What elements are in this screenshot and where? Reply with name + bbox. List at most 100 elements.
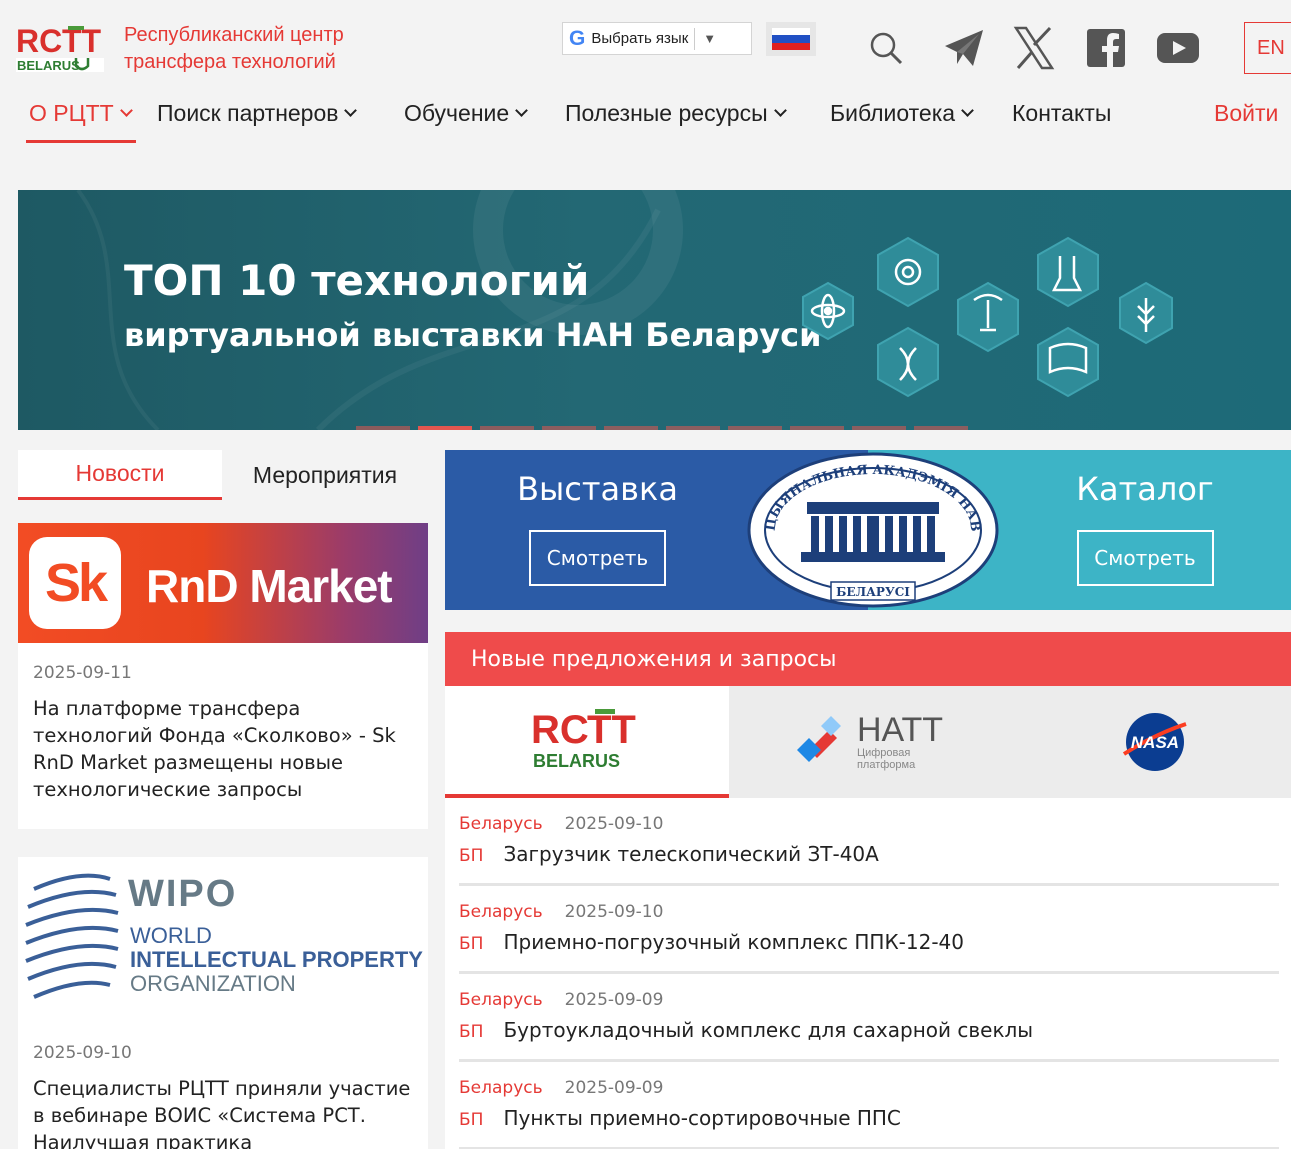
nav-item-label: Библиотека [830,99,956,126]
offer-item[interactable]: Беларусь 2025-09-09 БП Буртоукладочный ком… [459,974,1279,1062]
exhibition-title: Выставка [517,470,678,508]
exhibition-block: Выставка Смотреть НАЦЫЯНАЛЬНАЯ АКАДЭМІЯ … [445,450,1291,610]
nav-item-library[interactable]: Библиотека [830,96,974,130]
offer-country[interactable]: Беларусь [459,902,543,922]
nav-item-label: О РЦТТ [29,99,114,126]
exhibition-view-button[interactable]: Смотреть [529,530,666,586]
banner-subtitle: виртуальной выставки НАН Беларуси [124,316,822,354]
offer-code: БП [459,1110,484,1130]
nav-item-label: Полезные ресурсы [565,99,768,126]
svg-text:BELARUS: BELARUS [17,58,80,73]
slide-dot[interactable] [914,426,968,430]
nav-item-partner-search[interactable]: Поиск партнеров [157,96,358,130]
rctt-logo[interactable]: RC TT BELARUS [16,22,106,76]
catalog-view-button[interactable]: Смотреть [1076,530,1214,586]
offer-country[interactable]: Беларусь [459,1078,543,1098]
partner-tab-nasa[interactable]: NASA [1105,686,1205,798]
wipo-line2: INTELLECTUAL PROPERTY [130,947,423,972]
skolkovo-logo: Sk [29,537,121,629]
natt-logo-icon [796,716,841,762]
academy-seal-logo[interactable]: НАЦЫЯНАЛЬНАЯ АКАДЭМІЯ НАВУК БЕЛАРУСІ [745,452,1001,608]
x-icon[interactable] [1012,26,1056,70]
offer-title[interactable]: Буртоукладочный комплекс для сахарной св… [503,1018,1033,1042]
nav-item-training[interactable]: Обучение [404,96,529,130]
google-icon: G [569,26,586,50]
tab-news[interactable]: Новости [18,450,222,500]
offer-item[interactable]: Беларусь 2025-09-10 БП Приемно-погрузочный… [459,886,1279,974]
offer-date: 2025-09-09 [564,990,664,1010]
telegram-icon[interactable] [942,26,986,70]
news-image-wipo: WIPO WORLD INTELLECTUAL PROPERTY ORGANIZ… [18,857,428,1023]
login-link[interactable]: Войти [1214,96,1278,130]
russian-flag-icon[interactable] [766,22,816,56]
offers-header: Новые предложения и запросы [445,632,1291,686]
tab-events[interactable]: Мероприятия [222,450,428,500]
slide-dot[interactable] [852,426,906,430]
language-select[interactable]: G Выбрать язык ▼ [562,22,752,55]
offer-code: БП [459,1022,484,1042]
svg-text:RC: RC [16,23,62,59]
banner-title: ТОП 10 технологий [124,256,590,305]
news-date: 2025-09-10 [33,1043,132,1063]
chevron-down-icon [961,103,974,117]
partner-tab-natt[interactable]: НАТТ Цифровая платформа [775,686,955,798]
nav-active-indicator [26,140,136,143]
offer-title[interactable]: Приемно-погрузочный комплекс ППК-12-40 [503,930,964,954]
en-language-button[interactable]: EN [1244,22,1291,74]
offer-item[interactable]: Беларусь 2025-09-10 БП Загрузчик телескопи… [459,798,1279,886]
facebook-icon[interactable] [1084,26,1128,70]
chevron-down-icon [773,103,787,117]
org-name-line2: трансфера технологий [124,51,336,73]
search-icon[interactable] [864,26,908,70]
org-name-line1: Республиканский центр [124,24,344,46]
nav-item-label: Обучение [404,99,510,126]
offer-date: 2025-09-10 [564,902,664,922]
offer-item[interactable]: Беларусь 2025-09-09 БП Пункты приемно-сорт… [459,1062,1279,1149]
news-title[interactable]: Специалисты РЦТТ приняли участие в вебин… [33,1075,414,1149]
nav-item-label: Контакты [1012,99,1112,126]
svg-text:RC: RC [531,708,589,752]
offer-date: 2025-09-10 [564,814,664,834]
offer-title[interactable]: Пункты приемно-сортировочные ППС [503,1106,900,1130]
wipo-globe-icon [25,873,119,999]
org-name[interactable]: Республиканский центр трансфера технолог… [124,22,344,76]
nav-item-resources[interactable]: Полезные ресурсы [565,96,787,130]
wipo-line3: ORGANIZATION [130,971,296,996]
chevron-down-icon [515,103,529,117]
slide-dot[interactable] [356,426,410,430]
offer-country[interactable]: Беларусь [459,990,543,1010]
slide-dot-active[interactable] [418,426,472,430]
news-tabs: Новости Мероприятия [18,450,428,502]
nav-item-about[interactable]: О РЦТТ [29,96,133,130]
nav-item-contacts[interactable]: Контакты [1012,96,1111,130]
hero-banner[interactable]: ТОП 10 технологий виртуальной выставки Н… [18,190,1291,430]
offer-country[interactable]: Беларусь [459,814,543,834]
slide-dot[interactable] [542,426,596,430]
banner-slide-indicators [356,426,968,430]
partner-tab-rctt[interactable]: RC TT BELARUS [445,686,729,798]
news-card[interactable]: WIPO WORLD INTELLECTUAL PROPERTY ORGANIZ… [18,857,428,1149]
rctt-partner-logo: RC TT BELARUS [531,708,636,771]
rnd-market-text: RnD Market [146,560,393,612]
news-title[interactable]: На платформе трансфера технологий Фонда … [33,695,414,803]
wipo-logo-text: WIPO [128,873,238,915]
nasa-logo: NASA [1122,713,1187,771]
slide-dot[interactable] [728,426,782,430]
slide-dot[interactable] [604,426,658,430]
catalog-title: Каталог [1076,470,1214,508]
slide-dot[interactable] [480,426,534,430]
natt-caption-line2: платформа [856,759,916,771]
dropdown-arrow-icon: ▼ [703,31,717,46]
technology-hexagons [802,236,1173,398]
offer-code: БП [459,846,484,866]
slide-dot[interactable] [790,426,844,430]
youtube-icon[interactable] [1156,26,1200,70]
offer-date: 2025-09-09 [564,1078,664,1098]
nasa-logo-text: NASA [1131,733,1179,752]
offers-list: Беларусь 2025-09-10 БП Загрузчик телескопи… [445,798,1291,1149]
offer-title[interactable]: Загрузчик телескопический ЗТ-40А [503,842,878,866]
catalog-section: Каталог Смотреть [1065,450,1225,610]
news-card[interactable]: Sk RnD Market 2025-09-11 На платформе тр… [18,523,428,829]
slide-dot[interactable] [666,426,720,430]
svg-text:BELARUS: BELARUS [533,751,620,771]
